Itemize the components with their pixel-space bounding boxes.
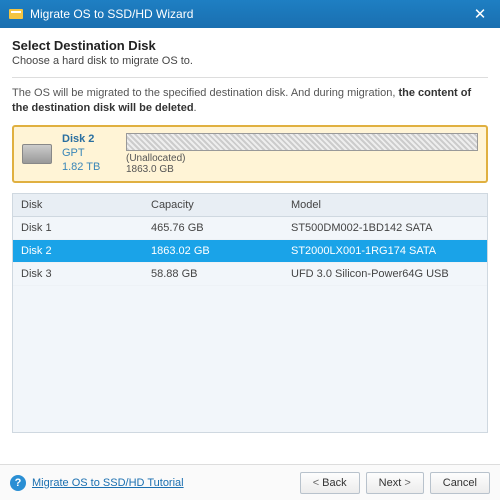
disk-icon-wrap xyxy=(22,144,52,164)
back-button[interactable]: Back xyxy=(300,472,360,494)
cell-disk: Disk 3 xyxy=(13,263,143,285)
page-heading: Select Destination Disk xyxy=(12,38,488,53)
page-subheading: Choose a hard disk to migrate OS to. xyxy=(12,55,488,67)
segment-size: 1863.0 GB xyxy=(126,164,174,175)
selected-disk-size: 1.82 TB xyxy=(62,161,116,175)
cell-capacity: 58.88 GB xyxy=(143,263,283,285)
app-logo-icon xyxy=(8,6,24,22)
cell-capacity: 1863.02 GB xyxy=(143,240,283,262)
warning-prefix: The OS will be migrated to the specified… xyxy=(12,87,398,99)
selected-disk-meta: Disk 2 GPT 1.82 TB xyxy=(62,133,116,174)
close-icon[interactable]: ✕ xyxy=(468,2,492,26)
help-icon[interactable]: ? xyxy=(10,475,26,491)
help-link-wrap: ? Migrate OS to SSD/HD Tutorial xyxy=(10,475,294,491)
col-header-disk: Disk xyxy=(13,194,143,216)
content-area: Select Destination Disk Choose a hard di… xyxy=(0,28,500,464)
cell-model: ST2000LX001-1RG174 SATA xyxy=(283,240,487,262)
cell-disk: Disk 1 xyxy=(13,217,143,239)
divider xyxy=(12,77,488,78)
cell-disk: Disk 2 xyxy=(13,240,143,262)
cell-capacity: 465.76 GB xyxy=(143,217,283,239)
disk-layout-labels: (Unallocated) 1863.0 GB xyxy=(126,153,478,175)
selected-disk-panel: Disk 2 GPT 1.82 TB (Unallocated) 1863.0 … xyxy=(12,125,488,183)
disk-layout-bar xyxy=(126,133,478,151)
tutorial-link[interactable]: Migrate OS to SSD/HD Tutorial xyxy=(32,477,184,489)
warning-text: The OS will be migrated to the specified… xyxy=(12,86,488,117)
disk-layout-bar-wrap: (Unallocated) 1863.0 GB xyxy=(126,133,478,175)
title-bar: Migrate OS to SSD/HD Wizard ✕ xyxy=(0,0,500,28)
selected-disk-type: GPT xyxy=(62,147,116,161)
selected-disk-name: Disk 2 xyxy=(62,133,116,147)
warning-suffix: . xyxy=(194,102,197,114)
cell-model: ST500DM002-1BD142 SATA xyxy=(283,217,487,239)
disk-table: Disk Capacity Model Disk 1 465.76 GB ST5… xyxy=(12,193,488,433)
col-header-model: Model xyxy=(283,194,487,216)
cancel-button[interactable]: Cancel xyxy=(430,472,490,494)
next-button[interactable]: Next xyxy=(366,472,424,494)
footer-bar: ? Migrate OS to SSD/HD Tutorial Back Nex… xyxy=(0,464,500,500)
segment-label: (Unallocated) xyxy=(126,153,185,164)
table-header-row: Disk Capacity Model xyxy=(13,194,487,217)
col-header-capacity: Capacity xyxy=(143,194,283,216)
table-row[interactable]: Disk 1 465.76 GB ST500DM002-1BD142 SATA xyxy=(13,217,487,240)
window-title: Migrate OS to SSD/HD Wizard xyxy=(30,7,468,21)
table-row[interactable]: Disk 3 58.88 GB UFD 3.0 Silicon-Power64G… xyxy=(13,263,487,286)
cell-model: UFD 3.0 Silicon-Power64G USB xyxy=(283,263,487,285)
hard-disk-icon xyxy=(22,144,52,164)
table-row[interactable]: Disk 2 1863.02 GB ST2000LX001-1RG174 SAT… xyxy=(13,240,487,263)
